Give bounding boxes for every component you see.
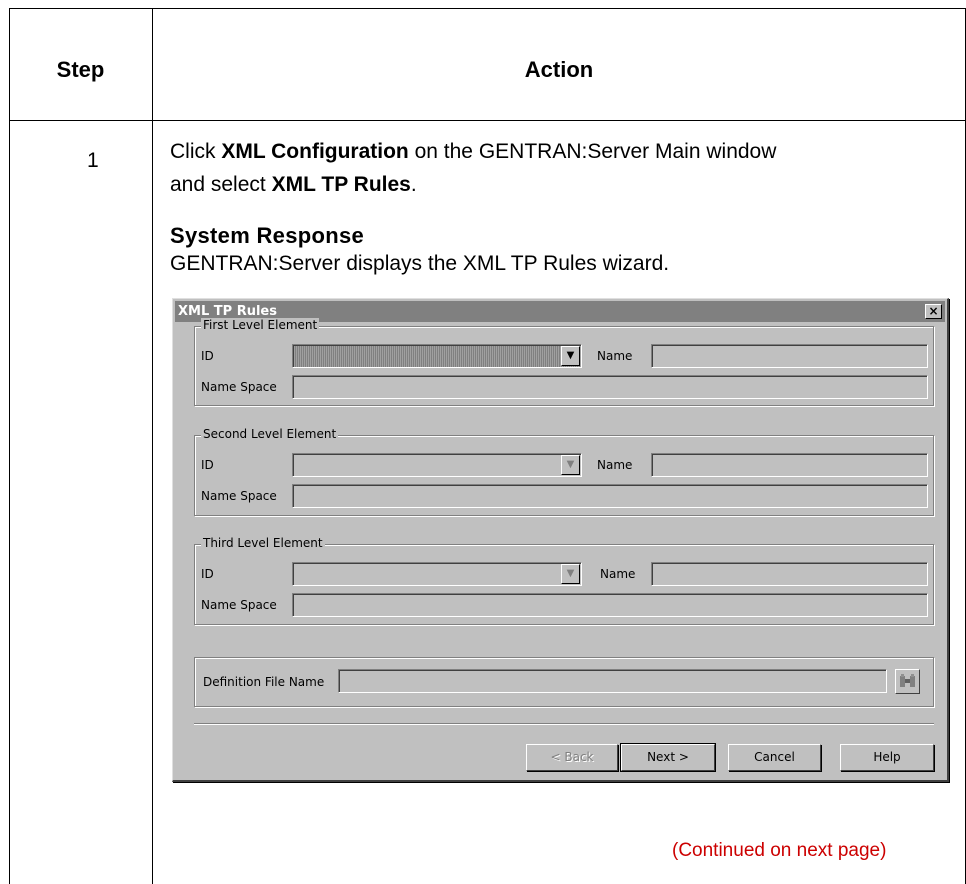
definition-file-label: Definition File Name: [203, 675, 325, 689]
second-name-field[interactable]: [651, 453, 928, 477]
third-level-element-group: Third Level Element ID ▼ Name Name Space: [194, 536, 934, 625]
table-border-top: [9, 8, 966, 9]
table-header-divider: [9, 120, 966, 121]
first-id-dropdown[interactable]: ▼: [292, 344, 582, 368]
table-divider: [152, 8, 153, 884]
name-label: Name: [597, 349, 633, 363]
namespace-label: Name Space: [201, 380, 277, 394]
back-button[interactable]: < Back: [526, 744, 618, 771]
table-border-left: [9, 8, 10, 884]
chevron-down-icon[interactable]: ▼: [561, 346, 580, 366]
group-legend: First Level Element: [201, 318, 320, 332]
id-label: ID: [201, 567, 214, 581]
step-instruction: Click XML Configuration on the GENTRAN:S…: [170, 140, 777, 196]
system-response-text: GENTRAN:Server displays the XML TP Rules…: [170, 252, 670, 275]
first-name-field[interactable]: [651, 344, 928, 368]
second-level-element-group: Second Level Element ID ▼ Name Name Spac…: [194, 427, 934, 516]
chevron-down-icon[interactable]: ▼: [561, 455, 580, 475]
second-id-dropdown[interactable]: ▼: [292, 453, 582, 477]
group-legend: Third Level Element: [201, 536, 325, 550]
continued-note: (Continued on next page): [672, 840, 887, 861]
third-name-field[interactable]: [651, 562, 928, 586]
id-label: ID: [201, 458, 214, 472]
chevron-down-icon[interactable]: ▼: [561, 564, 580, 584]
action-header: Action: [524, 57, 594, 82]
third-id-dropdown[interactable]: ▼: [292, 562, 582, 586]
dialog-title: XML TP Rules: [178, 304, 277, 319]
system-response-title: System Response: [170, 223, 365, 248]
group-legend: Second Level Element: [201, 427, 339, 441]
second-namespace-field[interactable]: [292, 484, 928, 508]
step-header: Step: [56, 57, 105, 82]
namespace-label: Name Space: [201, 489, 277, 503]
button-separator: [194, 723, 934, 725]
name-label: Name: [600, 567, 636, 581]
close-icon: ×: [928, 304, 939, 318]
name-label: Name: [597, 458, 633, 472]
browse-button[interactable]: [895, 669, 920, 694]
namespace-label: Name Space: [201, 598, 277, 612]
first-namespace-field[interactable]: [292, 375, 928, 399]
definition-file-field[interactable]: [338, 669, 887, 693]
binoculars-icon: [900, 674, 915, 687]
xml-tp-rules-dialog: XML TP Rules × First Level Element ID ▼ …: [172, 298, 949, 782]
first-level-element-group: First Level Element ID ▼ Name Name Space: [194, 318, 934, 406]
close-button[interactable]: ×: [925, 304, 942, 319]
next-button[interactable]: Next >: [620, 743, 716, 772]
cancel-button[interactable]: Cancel: [728, 744, 821, 771]
definition-file-group: Definition File Name: [194, 657, 934, 707]
help-button[interactable]: Help: [840, 744, 934, 771]
step-number: 1: [87, 149, 99, 172]
third-namespace-field[interactable]: [292, 593, 928, 617]
id-label: ID: [201, 349, 214, 363]
